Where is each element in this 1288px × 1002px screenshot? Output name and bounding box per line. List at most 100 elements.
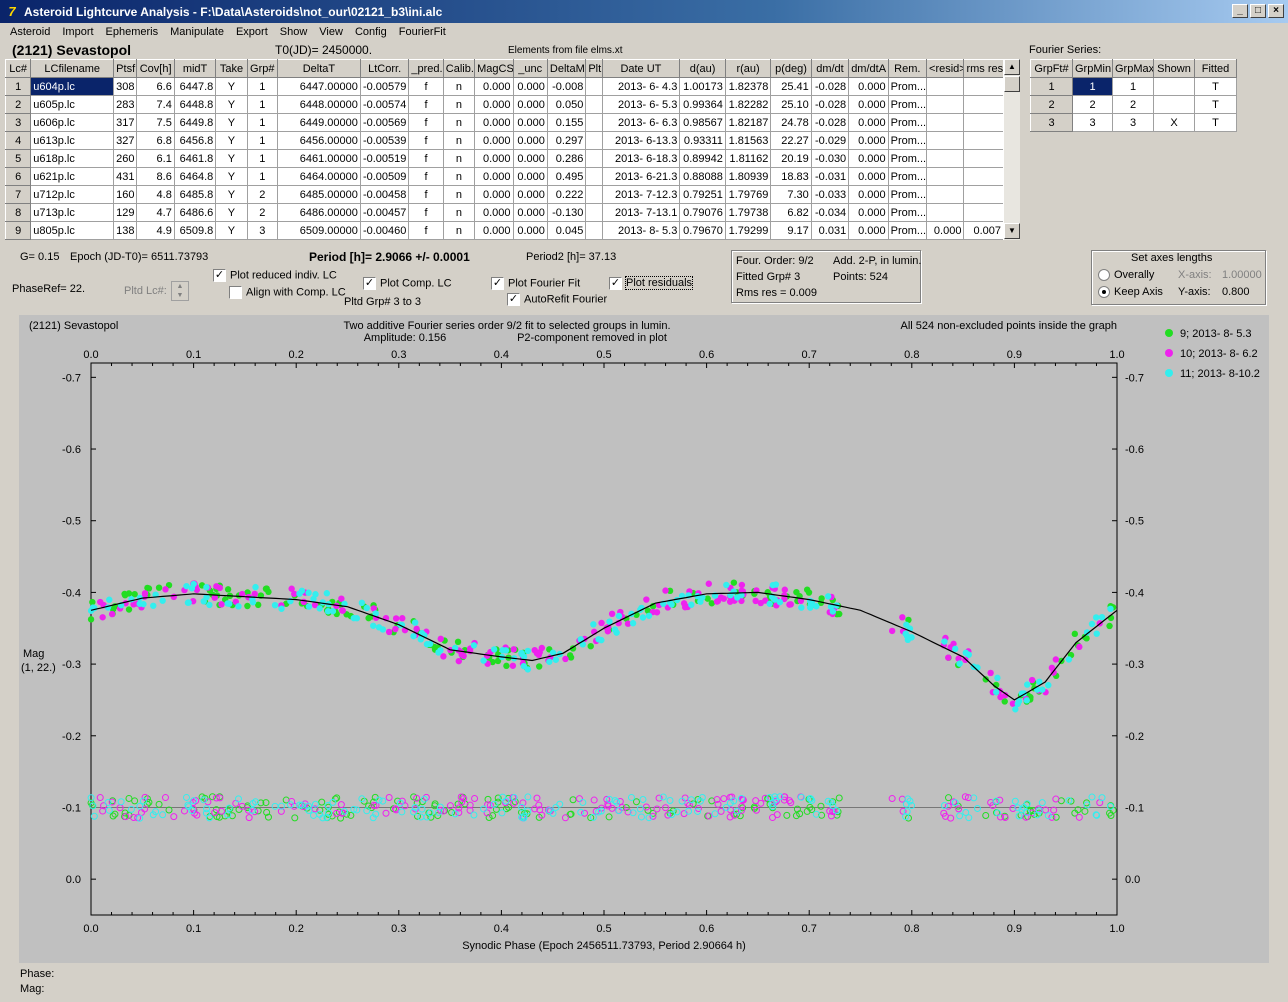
fourier-column-header[interactable]: Shown bbox=[1153, 59, 1195, 78]
table-cell[interactable] bbox=[926, 131, 965, 150]
plot-reduced-checkbox[interactable]: ✓ Plot reduced indiv. LC bbox=[213, 269, 337, 282]
table-cell[interactable]: 7.5 bbox=[136, 113, 175, 132]
table-cell[interactable]: 1.82187 bbox=[724, 113, 772, 132]
table-cell[interactable]: 1 bbox=[246, 95, 278, 114]
table-cell[interactable]: -0.028 bbox=[810, 77, 850, 96]
table-cell[interactable]: 9.17 bbox=[770, 221, 812, 240]
fourier-cell[interactable]: 2 bbox=[1030, 95, 1073, 114]
table-cell[interactable]: 0.000 bbox=[512, 131, 548, 150]
fourier-column-header[interactable]: Fitted bbox=[1194, 59, 1237, 78]
table-row[interactable]: 5 u618p.lc 260 6.1 6461.8 Y 1 6461.00000 -0.0051… bbox=[4, 149, 1004, 168]
table-cell[interactable]: u618p.lc bbox=[30, 149, 115, 168]
table-cell[interactable]: Y bbox=[215, 131, 248, 150]
table-cell[interactable]: 6447.8 bbox=[173, 77, 217, 96]
table-cell[interactable]: 327 bbox=[113, 131, 138, 150]
column-header[interactable]: Lc# bbox=[4, 59, 32, 78]
table-cell[interactable]: Prom... bbox=[887, 95, 928, 114]
table-row[interactable]: 2 u605p.lc 283 7.4 6448.8 Y 1 6448.00000 -0.0057… bbox=[4, 95, 1004, 114]
table-cell[interactable]: 5 bbox=[4, 149, 32, 168]
table-cell[interactable]: -0.00519 bbox=[359, 149, 410, 168]
table-cell[interactable]: 6448.8 bbox=[173, 95, 217, 114]
table-cell[interactable] bbox=[585, 167, 603, 186]
table-cell[interactable]: 2013- 6- 4.3 bbox=[601, 77, 681, 96]
table-cell[interactable]: u606p.lc bbox=[30, 113, 115, 132]
table-cell[interactable]: 6456.8 bbox=[173, 131, 217, 150]
table-cell[interactable]: 2013- 7-12.3 bbox=[601, 185, 681, 204]
keep-axis-radio[interactable]: Keep Axis bbox=[1098, 286, 1163, 299]
table-cell[interactable]: Prom... bbox=[887, 131, 928, 150]
table-cell[interactable]: 0.000 bbox=[512, 113, 548, 132]
table-cell[interactable]: 2013- 6- 6.3 bbox=[601, 113, 681, 132]
table-cell[interactable]: 0.155 bbox=[546, 113, 587, 132]
overall-radio[interactable]: Overally bbox=[1098, 269, 1154, 282]
table-cell[interactable]: 4.7 bbox=[136, 203, 175, 222]
table-cell[interactable]: 0.000 bbox=[474, 203, 514, 222]
fourier-cell[interactable]: 2 bbox=[1072, 95, 1113, 114]
table-cell[interactable]: 0.93311 bbox=[679, 131, 726, 150]
table-cell[interactable]: 22.27 bbox=[770, 131, 812, 150]
table-cell[interactable]: Prom... bbox=[887, 167, 928, 186]
table-cell[interactable]: 6486.6 bbox=[173, 203, 217, 222]
table-cell[interactable]: 6486.00000 bbox=[276, 203, 361, 222]
table-cell[interactable]: 4.9 bbox=[136, 221, 175, 240]
table-cell[interactable]: u805p.lc bbox=[30, 221, 115, 240]
table-cell[interactable]: Prom... bbox=[887, 113, 928, 132]
fourier-cell[interactable]: T bbox=[1194, 95, 1237, 114]
table-cell[interactable]: 2013- 6-13.3 bbox=[601, 131, 681, 150]
column-header[interactable]: Rem. bbox=[887, 59, 928, 78]
table-cell[interactable]: 0.99364 bbox=[679, 95, 726, 114]
table-cell[interactable]: 0.000 bbox=[848, 221, 889, 240]
table-cell[interactable]: -0.00458 bbox=[359, 185, 410, 204]
table-cell[interactable]: 0.000 bbox=[512, 203, 548, 222]
table-cell[interactable]: 0.031 bbox=[810, 221, 850, 240]
table-cell[interactable]: f bbox=[408, 167, 444, 186]
fourier-cell[interactable] bbox=[1153, 77, 1195, 96]
table-cell[interactable]: f bbox=[408, 113, 444, 132]
table-cell[interactable]: u605p.lc bbox=[30, 95, 115, 114]
table-cell[interactable]: 6449.00000 bbox=[276, 113, 361, 132]
table-cell[interactable]: 6.1 bbox=[136, 149, 175, 168]
table-row[interactable]: 1 u604p.lc 308 6.6 6447.8 Y 1 6447.00000 -0.0057… bbox=[4, 77, 1004, 96]
fourier-column-header[interactable]: GrpFt# bbox=[1030, 59, 1073, 78]
table-cell[interactable]: 0.000 bbox=[474, 131, 514, 150]
table-cell[interactable]: 2013- 6-18.3 bbox=[601, 149, 681, 168]
menu-config[interactable]: Config bbox=[349, 26, 393, 38]
table-cell[interactable]: -0.028 bbox=[810, 95, 850, 114]
table-cell[interactable]: 0.297 bbox=[546, 131, 587, 150]
table-row[interactable]: 4 u613p.lc 327 6.8 6456.8 Y 1 6456.00000 -0.0053… bbox=[4, 131, 1004, 150]
table-cell[interactable] bbox=[926, 77, 965, 96]
table-cell[interactable]: 6456.00000 bbox=[276, 131, 361, 150]
fourier-cell[interactable]: 1 bbox=[1112, 77, 1154, 96]
column-header[interactable]: dm/dt bbox=[810, 59, 850, 78]
table-cell[interactable]: 2 bbox=[246, 185, 278, 204]
fourier-row[interactable]: 111T bbox=[1030, 77, 1237, 96]
column-header[interactable]: Grp# bbox=[246, 59, 278, 78]
fourier-cell[interactable] bbox=[1153, 95, 1195, 114]
minimize-button[interactable]: _ bbox=[1232, 4, 1248, 18]
close-button[interactable]: × bbox=[1268, 4, 1284, 18]
table-cell[interactable]: 1.82282 bbox=[724, 95, 772, 114]
table-cell[interactable]: 1 bbox=[4, 77, 32, 96]
table-cell[interactable]: 0.000 bbox=[474, 149, 514, 168]
fourier-column-header[interactable]: GrpMax bbox=[1112, 59, 1154, 78]
table-cell[interactable]: 8.6 bbox=[136, 167, 175, 186]
table-cell[interactable]: 4 bbox=[4, 131, 32, 150]
table-cell[interactable]: Y bbox=[215, 185, 248, 204]
table-cell[interactable]: 2013- 8- 5.3 bbox=[601, 221, 681, 240]
table-cell[interactable] bbox=[926, 203, 965, 222]
scroll-thumb[interactable] bbox=[1004, 76, 1020, 92]
table-cell[interactable]: f bbox=[408, 77, 444, 96]
table-cell[interactable]: 0.000 bbox=[848, 77, 889, 96]
column-header[interactable]: Ptsf bbox=[113, 59, 138, 78]
table-cell[interactable] bbox=[585, 221, 603, 240]
column-header[interactable]: rms res bbox=[963, 59, 1004, 78]
table-cell[interactable]: Prom... bbox=[887, 185, 928, 204]
plot-panel[interactable]: 0.0 0.0 0.1 0.1 0.2 0.2 0.3 0.3 0.4 0.4 0.5 0.5 0.6 0… bbox=[19, 315, 1269, 963]
table-cell[interactable]: 6464.8 bbox=[173, 167, 217, 186]
fourier-cell[interactable]: T bbox=[1194, 113, 1237, 132]
table-cell[interactable]: 283 bbox=[113, 95, 138, 114]
column-header[interactable]: _unc bbox=[512, 59, 548, 78]
menu-asteroid[interactable]: Asteroid bbox=[4, 26, 56, 38]
table-cell[interactable]: 0.88088 bbox=[679, 167, 726, 186]
table-cell[interactable]: u604p.lc bbox=[30, 77, 115, 96]
